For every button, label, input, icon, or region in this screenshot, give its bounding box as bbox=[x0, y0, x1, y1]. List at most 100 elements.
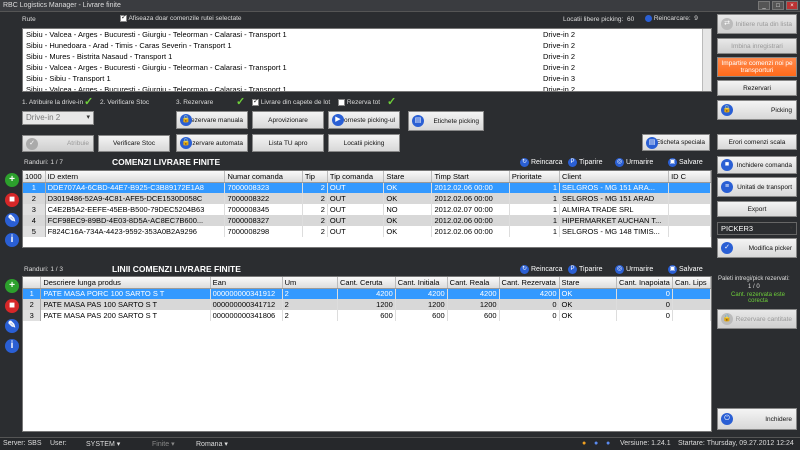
change-picker-button[interactable]: ✓ Modifica picker bbox=[717, 238, 797, 258]
picking-locations-button[interactable]: Locatii picking bbox=[328, 134, 400, 152]
column-header[interactable]: Stare bbox=[383, 171, 433, 183]
orders-reload-button[interactable]: ↻ Reincarca bbox=[520, 158, 563, 167]
route-row[interactable]: Sibiu - Mures - Bistrita Nasaud - Transp… bbox=[23, 51, 711, 62]
merge-button[interactable]: Imbina inregistrari bbox=[717, 38, 797, 54]
manual-reservation-button[interactable]: 🔒 Rezervare manuala bbox=[176, 111, 248, 129]
orders-save-button[interactable]: ▣ Salvare bbox=[668, 158, 703, 167]
help-icon[interactable]: ● bbox=[594, 440, 598, 447]
table-row[interactable]: 1 PATE MASA PORC 100 SARTO S T 00000000034… bbox=[23, 288, 711, 299]
table-row[interactable]: 4 FCF98EC9-89BD-4E03-8D5A-AC8EC7B600... 70… bbox=[23, 215, 711, 226]
table-row[interactable]: 3 C4E2B5A2-EEFE-45EB-B500-79DEC5204B63 700… bbox=[23, 204, 711, 215]
table-cell: OUT bbox=[327, 215, 385, 226]
language-select[interactable]: Romana ▾ bbox=[196, 440, 228, 448]
supply-button[interactable]: Aprovizionare bbox=[252, 111, 324, 129]
column-header[interactable]: ID extern bbox=[45, 171, 226, 183]
route-row[interactable]: Sibiu - Valcea - Arges - Bucuresti - Giu… bbox=[23, 62, 711, 73]
route-row[interactable]: Sibiu - Sibiu - Transport 1 Drive-in 3 bbox=[23, 73, 711, 84]
exit-button[interactable]: ⏻ Inchidere bbox=[717, 408, 797, 430]
auto-reservation-button[interactable]: 🔒 Rezervare automata bbox=[176, 134, 248, 152]
route-row[interactable]: Sibiu - Valcea - Arges - Bucuresti - Giu… bbox=[23, 84, 711, 91]
table-cell: 600 bbox=[337, 310, 396, 321]
start-picking-button[interactable]: ▶ Porneste picking-ul bbox=[328, 111, 400, 129]
routes-list[interactable]: Sibiu - Valcea - Arges - Bucuresti - Giu… bbox=[22, 28, 712, 92]
route-row[interactable]: Sibiu - Hunedoara - Arad - Timis - Caras… bbox=[23, 40, 711, 51]
reservations-button[interactable]: Rezervari bbox=[717, 80, 797, 96]
lines-grid[interactable]: Descriere lunga produs Ean Um Cant. Ceruta C… bbox=[22, 276, 712, 432]
close-button[interactable]: × bbox=[786, 1, 798, 10]
special-label-button[interactable]: ▤ Eticheta speciala bbox=[642, 134, 710, 151]
table-cell: OUT bbox=[327, 204, 385, 215]
add-order-button[interactable]: + bbox=[5, 173, 19, 187]
column-header[interactable]: ID C bbox=[668, 171, 711, 183]
minimize-button[interactable]: _ bbox=[758, 1, 770, 10]
column-header[interactable]: Numar comanda bbox=[224, 171, 303, 183]
edit-order-button[interactable]: ✎ bbox=[5, 213, 19, 227]
column-header[interactable]: Cant. Initiala bbox=[395, 277, 448, 289]
route-row[interactable]: Sibiu - Valcea - Arges - Bucuresti - Giu… bbox=[23, 29, 711, 40]
route-drive: Drive-in 2 bbox=[543, 52, 576, 61]
split-orders-button[interactable]: Impartire comenzi noi pe transporturi bbox=[717, 57, 797, 77]
init-route-button[interactable]: ⇄ Initiere ruta din lista bbox=[717, 14, 797, 34]
show-selected-checkbox[interactable]: Afiseaza doar comenzile rutei selectate bbox=[120, 13, 242, 22]
column-header[interactable]: Prioritate bbox=[509, 171, 561, 183]
lots-checkbox[interactable]: Livrare din capete de lot bbox=[252, 97, 330, 106]
picking-labels-button[interactable]: ▤ Etichete picking bbox=[408, 111, 484, 131]
transport-units-button[interactable]: ≡ Unitati de transport bbox=[717, 177, 797, 197]
orders-track-button[interactable]: ◎ Urmarire bbox=[615, 158, 653, 167]
column-header[interactable]: Ean bbox=[210, 277, 283, 289]
lines-save-button[interactable]: ▣ Salvare bbox=[668, 265, 703, 274]
warning-icon[interactable]: ● bbox=[582, 440, 586, 447]
info-line-button[interactable]: i bbox=[5, 339, 19, 353]
info-order-button[interactable]: i bbox=[5, 233, 19, 247]
column-header[interactable]: Cant. Reala bbox=[447, 277, 500, 289]
column-header[interactable]: Cant. Ceruta bbox=[337, 277, 396, 289]
column-header[interactable]: Can. Lips bbox=[672, 277, 711, 289]
table-row[interactable]: 2 D3019486-52A9-4C81-AFE5-DCE1530D058C 700… bbox=[23, 193, 711, 204]
table-cell: 1 bbox=[23, 182, 46, 193]
edit-line-button[interactable]: ✎ bbox=[5, 319, 19, 333]
delete-line-button[interactable]: ■ bbox=[5, 299, 19, 313]
delete-order-button[interactable]: ■ bbox=[5, 193, 19, 207]
export-button[interactable]: Export bbox=[717, 201, 797, 217]
column-header[interactable]: Um bbox=[282, 277, 338, 289]
column-header[interactable]: Cant. Inapoiata bbox=[616, 277, 673, 289]
table-row[interactable]: 1 DDE707A4-6CBD-44E7-B925-C3B89172E1A8 700… bbox=[23, 182, 711, 193]
lines-print-button[interactable]: P Tiparire bbox=[568, 265, 602, 274]
reload-counter[interactable]: Reincarcare: 9 bbox=[645, 15, 698, 22]
reserve-quantity-button[interactable]: 🔒 Rezervare cantitate bbox=[717, 309, 797, 329]
picker-select[interactable]: PICKER3 bbox=[717, 222, 797, 235]
column-header[interactable]: Descriere lunga produs bbox=[40, 277, 211, 289]
reserve-all-checkbox[interactable]: Rezerva tot bbox=[338, 99, 380, 106]
column-header[interactable]: Tip comanda bbox=[327, 171, 385, 183]
routes-scrollbar[interactable] bbox=[702, 29, 711, 91]
maximize-button[interactable]: □ bbox=[772, 1, 784, 10]
orders-print-button[interactable]: P Tiparire bbox=[568, 158, 602, 167]
table-row[interactable]: 3 PATE MASA PAS 200 SARTO S T 000000000341… bbox=[23, 310, 711, 321]
table-row[interactable]: 2 PATE MASA PAS 100 SARTO S T 000000000341… bbox=[23, 299, 711, 310]
module-select[interactable]: Finite ▾ bbox=[152, 440, 175, 448]
scale-errors-button[interactable]: Erori comenzi scala bbox=[717, 134, 797, 150]
column-header[interactable]: Cant. Rezervata bbox=[499, 277, 560, 289]
drive-in-select[interactable]: Drive-in 2 bbox=[22, 111, 94, 125]
lines-reload-button[interactable]: ↻ Reincarca bbox=[520, 265, 563, 274]
assign-button[interactable]: ✓ Atribuie bbox=[22, 135, 94, 152]
orders-grid[interactable]: 1000 ID extern Numar comanda Tip Tip comanda… bbox=[22, 170, 712, 248]
stock-check-button[interactable]: Verificare Stoc bbox=[98, 135, 170, 152]
table-row[interactable]: 5 F824C16A-734A-4423-9592-353A0B2A9296 700… bbox=[23, 226, 711, 237]
column-header[interactable]: 1000 bbox=[23, 171, 46, 183]
close-order-button[interactable]: ■ Inchidere comanda bbox=[717, 156, 797, 174]
column-header[interactable]: Client bbox=[559, 171, 670, 183]
column-header[interactable] bbox=[23, 277, 42, 289]
tu-list-button[interactable]: Lista TU apro bbox=[252, 134, 324, 152]
column-header[interactable]: Timp Start bbox=[431, 171, 510, 183]
settings-icon[interactable]: ● bbox=[606, 440, 610, 447]
lines-track-button[interactable]: ◎ Urmarire bbox=[615, 265, 653, 274]
add-line-button[interactable]: + bbox=[5, 279, 19, 293]
table-cell: OUT bbox=[327, 193, 385, 204]
column-header[interactable]: Stare bbox=[559, 277, 617, 289]
table-cell: 2 bbox=[282, 310, 338, 321]
check-icon: ✓ bbox=[236, 96, 246, 108]
picking-button[interactable]: 🔒 Picking bbox=[717, 100, 797, 120]
column-header[interactable]: Tip bbox=[302, 171, 328, 183]
user-select[interactable]: SYSTEM ▾ bbox=[86, 440, 120, 448]
